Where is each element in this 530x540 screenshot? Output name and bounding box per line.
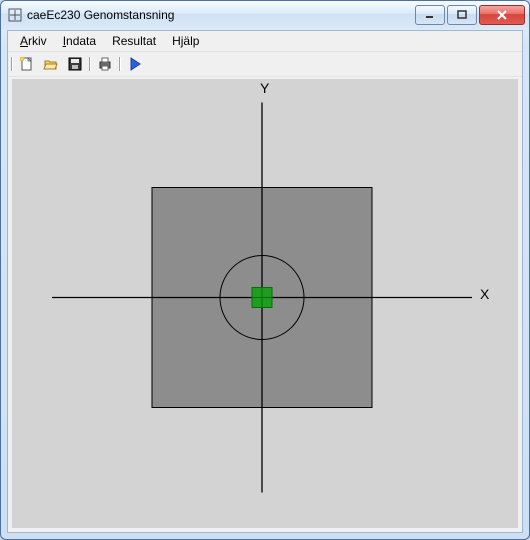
menu-arkiv[interactable]: Arkiv (12, 32, 55, 50)
window-controls (413, 5, 525, 25)
run-icon (127, 56, 143, 72)
client-area: Arkiv Indata Resultat Hjälp (7, 30, 523, 533)
menu-hjalp[interactable]: Hjälp (164, 32, 207, 50)
menu-resultat[interactable]: Resultat (104, 32, 164, 50)
toolbar-grip (10, 55, 14, 73)
save-icon (67, 56, 83, 72)
open-button[interactable] (40, 53, 62, 75)
toolbar-separator-1 (88, 55, 92, 73)
app-window: caeEc230 Genomstansning Arkiv Indata Res… (0, 0, 530, 540)
menubar: Arkiv Indata Resultat Hjälp (8, 31, 522, 52)
maximize-button[interactable] (447, 5, 477, 25)
toolbar (8, 52, 522, 77)
window-title: caeEc230 Genomstansning (27, 8, 413, 22)
menu-indata[interactable]: Indata (55, 32, 104, 50)
new-button[interactable] (16, 53, 38, 75)
viewport[interactable]: Y X (12, 79, 518, 528)
print-button[interactable] (94, 53, 116, 75)
minimize-button[interactable] (415, 5, 445, 25)
titlebar[interactable]: caeEc230 Genomstansning (1, 1, 529, 29)
toolbar-separator-2 (118, 55, 122, 73)
app-icon (7, 7, 23, 23)
diagram (12, 79, 518, 528)
close-button[interactable] (479, 5, 525, 25)
x-axis-label: X (480, 286, 489, 302)
print-icon (97, 56, 113, 72)
y-axis-label: Y (260, 80, 269, 96)
new-icon (19, 56, 35, 72)
open-icon (43, 56, 59, 72)
run-button[interactable] (124, 53, 146, 75)
save-button[interactable] (64, 53, 86, 75)
